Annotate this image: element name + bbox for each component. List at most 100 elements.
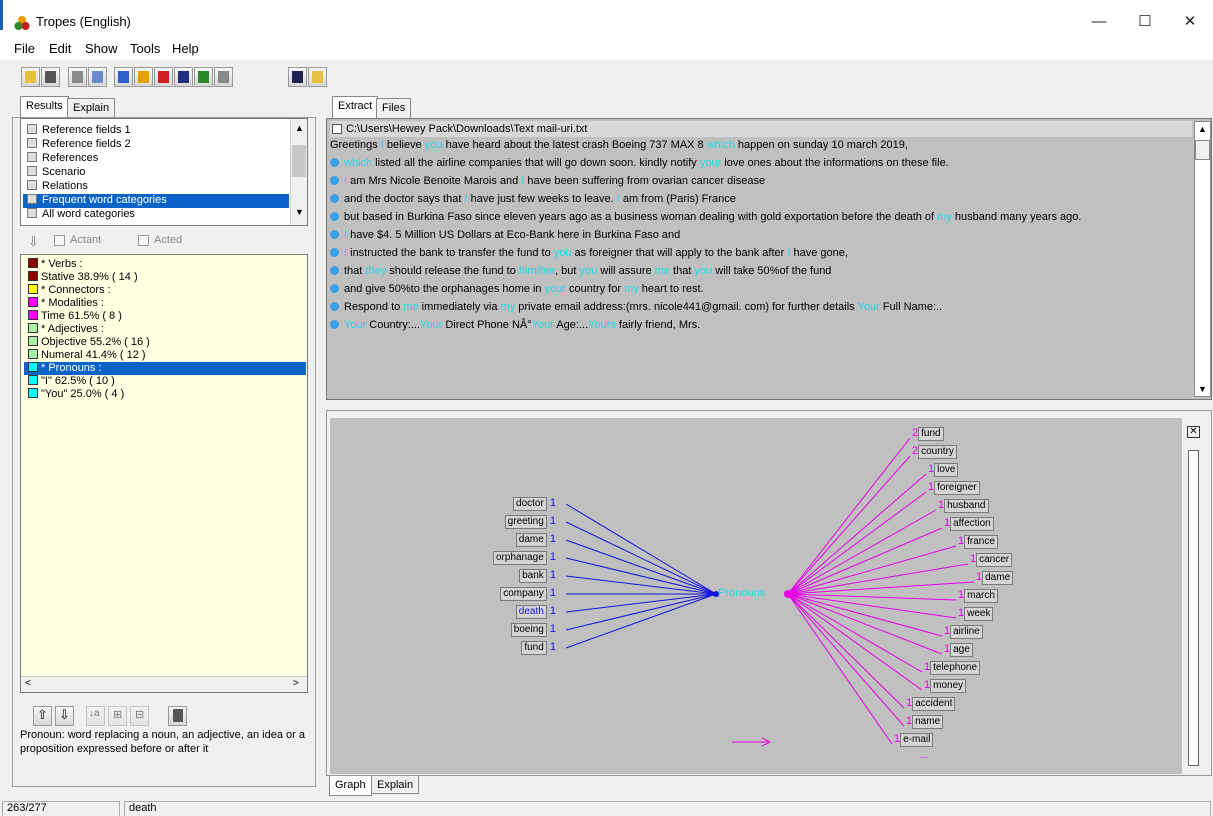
tree-view-button[interactable]	[194, 67, 213, 87]
graph-word-left[interactable]: death 1	[515, 605, 556, 619]
extract-scrollbar[interactable]: ▲ ▼	[1194, 121, 1211, 397]
list-item[interactable]: All word categories	[27, 208, 135, 222]
paste-button[interactable]	[168, 706, 187, 726]
stars-view-button[interactable]	[134, 67, 153, 87]
actant-checkbox[interactable]	[54, 235, 65, 246]
graph-word-right[interactable]: 1 age	[944, 643, 973, 657]
extract-line[interactable]: Respond to me immediately via my private…	[330, 299, 942, 315]
graph-word-right[interactable]: 1 money	[924, 679, 967, 693]
category-item[interactable]: "I" 62.5% ( 10 )	[28, 375, 115, 388]
menu-tools[interactable]: Tools	[130, 41, 160, 56]
list-item[interactable]: Scenario	[27, 166, 85, 180]
graph-word-right[interactable]: 2 country	[912, 445, 957, 459]
extract-pane[interactable]: C:\Users\Hewey Pack\Downloads\Text mail-…	[326, 118, 1212, 400]
graph-word-right[interactable]: 1 airline	[944, 625, 983, 639]
episodes-view-button[interactable]	[154, 67, 173, 87]
extract-line[interactable]: I instructed the bank to transfer the fu…	[330, 245, 848, 261]
tab-explain-graph[interactable]: Explain	[371, 776, 420, 794]
graph-center-word[interactable]: Pronouns	[718, 587, 765, 601]
list-item[interactable]: References	[27, 152, 98, 166]
expand-button[interactable]: ⊞	[108, 706, 127, 726]
category-item-selected[interactable]: * Pronouns :	[24, 362, 306, 375]
graph-word-left[interactable]: doctor 1	[513, 497, 556, 511]
zoom-slider[interactable]	[1188, 450, 1199, 766]
book-button[interactable]	[288, 67, 307, 87]
print-button[interactable]	[41, 67, 60, 87]
graph-word-left[interactable]: boeing 1	[510, 623, 556, 637]
table-view-button[interactable]	[214, 67, 233, 87]
list-item[interactable]: Reference fields 1	[27, 124, 131, 138]
list-item[interactable]: Relations	[27, 180, 88, 194]
results-scrollbar[interactable]: ▲ ▼	[290, 119, 307, 225]
move-up-button[interactable]: ⇧	[33, 706, 52, 726]
sort-button[interactable]: ↓a	[86, 706, 105, 726]
dictionary-button[interactable]	[308, 67, 327, 87]
category-item[interactable]: * Adjectives :	[28, 323, 104, 336]
copy-button[interactable]	[88, 67, 107, 87]
graph-word-right[interactable]: 2 fund	[912, 427, 944, 441]
chart-view-button[interactable]	[174, 67, 193, 87]
extract-line[interactable]: I have $4. 5 Million US Dollars at Eco-B…	[330, 227, 680, 243]
list-item[interactable]: Reference fields 2	[27, 138, 131, 152]
extract-line[interactable]: Greetings I believe you have heard about…	[330, 137, 908, 153]
graph-word-right[interactable]: 1 e-mail	[894, 733, 934, 747]
extract-line[interactable]: but based in Burkina Faso since eleven y…	[330, 209, 1081, 225]
close-graph-icon[interactable]: ✕	[1187, 426, 1200, 438]
graph-word-left[interactable]: company 1	[500, 587, 556, 601]
extract-line[interactable]: which listed all the airline companies t…	[330, 155, 949, 171]
graph-word-left[interactable]: fund 1	[521, 641, 556, 655]
extract-line[interactable]: Your Country:...Your Direct Phone NÂ°You…	[330, 317, 700, 333]
word-categories-list[interactable]: * Verbs : Stative 38.9% ( 14 ) * Connector…	[20, 254, 308, 693]
tab-extract[interactable]: Extract	[332, 96, 379, 118]
maximize-button[interactable]: ☐	[1122, 8, 1168, 36]
menu-file[interactable]: File	[14, 41, 35, 56]
horizontal-scrollbar[interactable]: < >	[21, 676, 307, 692]
tab-explain-left[interactable]: Explain	[67, 98, 116, 118]
graph-word-left[interactable]: bank 1	[519, 569, 556, 583]
graph-word-right[interactable]: 1 love	[928, 463, 959, 477]
graph-word-right[interactable]: 1 cancer	[970, 553, 1013, 567]
graph-word-right[interactable]: 1 foreigner	[928, 481, 980, 495]
list-item-selected[interactable]: Frequent word categories	[23, 194, 289, 208]
category-item[interactable]: * Verbs :	[28, 258, 83, 271]
category-item[interactable]: Time 61.5% ( 8 )	[28, 310, 122, 323]
open-folder-button[interactable]	[21, 67, 40, 87]
category-item[interactable]: Stative 38.9% ( 14 )	[28, 271, 138, 284]
scroll-thumb[interactable]	[292, 145, 306, 177]
tab-graph[interactable]: Graph	[329, 776, 372, 796]
extract-line[interactable]: and the doctor says that I have just few…	[330, 191, 736, 207]
menu-help[interactable]: Help	[172, 41, 199, 56]
move-down-button[interactable]: ⇩	[55, 706, 74, 726]
category-item[interactable]: Numeral 41.4% ( 12 )	[28, 349, 146, 362]
extract-line[interactable]: I am Mrs Nicole Benoite Marois and I hav…	[330, 173, 765, 189]
graph-word-right[interactable]: 1 france	[958, 535, 998, 549]
graph-word-right[interactable]: 1 husband	[938, 499, 989, 513]
menu-edit[interactable]: Edit	[49, 41, 71, 56]
extract-line[interactable]: that they should release the fund to him…	[330, 263, 831, 279]
close-button[interactable]: ✕	[1167, 8, 1213, 36]
graph-word-right[interactable]: 1 name	[906, 715, 944, 729]
properties-button[interactable]	[68, 67, 87, 87]
graph-word-left[interactable]: dame 1	[515, 533, 556, 547]
tab-files[interactable]: Files	[376, 98, 412, 118]
category-item[interactable]: Objective 55.2% ( 16 )	[28, 336, 150, 349]
graph-word-right[interactable]: 1 week	[958, 607, 994, 621]
collapse-button[interactable]: ⊟	[130, 706, 149, 726]
scroll-thumb[interactable]	[1195, 140, 1210, 160]
category-item[interactable]: * Modalities :	[28, 297, 104, 310]
graph-word-right[interactable]: 1 dame	[976, 571, 1014, 585]
extract-line[interactable]: and give 50%to the orphanages home in yo…	[330, 281, 704, 297]
graph-word-right[interactable]: 1 affection	[944, 517, 994, 531]
menu-show[interactable]: Show	[85, 41, 118, 56]
minimize-button[interactable]: —	[1076, 8, 1122, 36]
graph-word-right[interactable]: 1 march	[958, 589, 998, 603]
categories-view-button[interactable]	[114, 67, 133, 87]
graph-word-left[interactable]: greeting 1	[504, 515, 556, 529]
graph-canvas[interactable]: doctor 1 greeting 1 dame 1 orphanage 1 bank …	[330, 418, 1182, 774]
tab-results[interactable]: Results	[20, 96, 69, 118]
acted-checkbox[interactable]	[138, 235, 149, 246]
down-arrow-icon[interactable]: ⇩	[28, 234, 39, 250]
graph-word-right[interactable]: 1 telephone	[924, 661, 981, 675]
category-item[interactable]: * Connectors :	[28, 284, 111, 297]
graph-word-left[interactable]: orphanage 1	[492, 551, 556, 565]
